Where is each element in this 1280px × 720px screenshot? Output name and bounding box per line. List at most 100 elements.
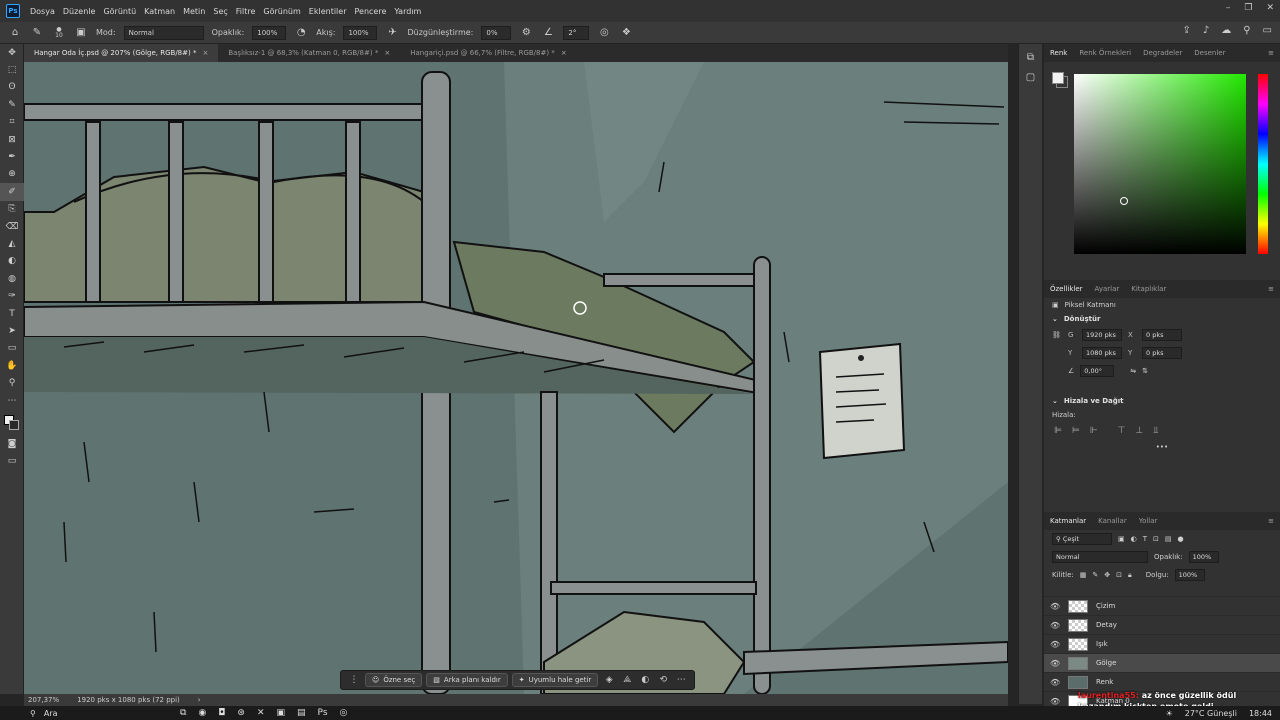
layer-row-renk[interactable]: 👁︎ Renk <box>1044 672 1280 691</box>
search-icon[interactable]: ⚲ <box>1243 25 1250 36</box>
lock-position-icon[interactable]: ✥ <box>1104 571 1110 579</box>
width-field[interactable]: 1920 pks <box>1082 329 1122 341</box>
chevron-right-icon[interactable]: › <box>198 696 201 704</box>
menu-help[interactable]: Yardım <box>390 7 425 16</box>
angle-icon[interactable]: ∠ <box>541 26 555 40</box>
close-icon[interactable]: × <box>202 49 208 57</box>
flip-horizontal-icon[interactable]: ⇋ <box>1130 367 1136 375</box>
type-tool-icon[interactable]: T <box>0 305 24 322</box>
app-icon[interactable]: ▤ <box>297 708 306 718</box>
tab-swatches[interactable]: Renk Örnekleri <box>1079 49 1131 57</box>
dodge-tool-icon[interactable]: ◍ <box>0 270 24 287</box>
layer-row-cizim[interactable]: 👁︎ Çizim <box>1044 596 1280 615</box>
photoshop-icon[interactable]: Ps <box>318 708 328 718</box>
smoothing-field[interactable]: 0% <box>481 25 512 40</box>
select-subject-button[interactable]: ☺ Özne seç <box>365 673 423 687</box>
pressure-opacity-icon[interactable]: ◔ <box>294 26 308 40</box>
menu-edit[interactable]: Düzenle <box>59 7 100 16</box>
brush-preset-icon[interactable]: ● 10 <box>52 26 66 40</box>
filter-smart-icon[interactable]: ▤ <box>1165 535 1172 543</box>
symmetry-icon[interactable]: ❖ <box>619 26 633 40</box>
chrome-icon[interactable]: ◉ <box>198 708 206 718</box>
pen-tool-icon[interactable]: ✑ <box>0 287 24 304</box>
tab-patterns[interactable]: Desenler <box>1194 49 1225 57</box>
spotify-icon[interactable]: ◎ <box>340 708 348 718</box>
clock[interactable]: 18:44 <box>1249 709 1272 718</box>
object-select-tool-icon[interactable]: ✎ <box>0 96 24 113</box>
screen-mode-icon[interactable]: ▭ <box>0 453 24 470</box>
minimize-icon[interactable]: – <box>1226 3 1231 13</box>
weather-text[interactable]: 27°C Güneşli <box>1185 709 1237 718</box>
document-canvas[interactable] <box>24 62 1008 694</box>
tab-hangarici[interactable]: Hangariçi.psd @ 66,7% (Filtre, RGB/8#) *… <box>400 44 576 62</box>
task-view-icon[interactable]: ⧉ <box>180 708 186 718</box>
align-right-icon[interactable]: ⊩ <box>1090 426 1098 436</box>
bell-icon[interactable]: ♪ <box>1203 25 1209 36</box>
align-bottom-icon[interactable]: ⫫ <box>1153 426 1158 436</box>
filter-adjust-icon[interactable]: ◐ <box>1131 535 1137 543</box>
path-select-tool-icon[interactable]: ➤ <box>0 322 24 339</box>
more-tools-icon[interactable]: ⋯ <box>0 392 24 409</box>
tab-libraries[interactable]: Kitaplıklar <box>1131 285 1166 293</box>
eye-icon[interactable]: 👁︎ <box>1050 621 1060 630</box>
x-field[interactable]: 0 pks <box>1142 329 1182 341</box>
eye-icon[interactable]: 👁︎ <box>1050 640 1060 649</box>
menu-type[interactable]: Metin <box>179 7 209 16</box>
zoom-tool-icon[interactable]: ⚲ <box>0 374 24 391</box>
gradient-tool-icon[interactable]: ◭ <box>0 235 24 252</box>
menu-file[interactable]: Dosya <box>26 7 59 16</box>
blend-mode-select[interactable]: Normal <box>1052 551 1148 563</box>
background-color-swatch[interactable] <box>9 420 19 431</box>
share-icon[interactable]: ⇪ <box>1182 25 1190 36</box>
taskbar-search[interactable]: ⚲ Ara <box>30 709 150 718</box>
mode-select[interactable]: Normal <box>123 25 204 40</box>
app-icon[interactable]: ▣ <box>277 708 286 718</box>
tab-layers[interactable]: Katmanlar <box>1050 517 1086 525</box>
menu-plugins[interactable]: Eklentiler <box>305 7 351 16</box>
brush-settings-icon[interactable]: ▣ <box>74 26 88 40</box>
menu-filter[interactable]: Filtre <box>232 7 260 16</box>
blur-tool-icon[interactable]: ◐ <box>0 253 24 270</box>
height-field[interactable]: 1080 pks <box>1082 347 1122 359</box>
drag-handle-icon[interactable]: ⋮ <box>347 675 361 685</box>
menu-view[interactable]: Görünüm <box>259 7 304 16</box>
close-icon[interactable]: × <box>384 49 390 57</box>
eye-icon[interactable]: 👁︎ <box>1050 602 1060 611</box>
brush-tool-icon[interactable]: ✎ <box>30 26 44 40</box>
filter-type-icon[interactable]: T <box>1143 535 1147 543</box>
zoom-level[interactable]: 207,37% <box>28 696 59 704</box>
gear-icon[interactable]: ⚙ <box>519 26 533 40</box>
steam-icon[interactable]: ⊛ <box>237 708 245 718</box>
tab-properties[interactable]: Özellikler <box>1050 285 1083 293</box>
mask-icon[interactable]: ◈ <box>602 675 616 685</box>
remove-background-button[interactable]: ▧ Arka planı kaldır <box>426 673 508 687</box>
align-section[interactable]: ⌄ Hizala ve Dağıt <box>1044 394 1280 408</box>
link-icon[interactable]: ⛓ <box>1052 331 1062 339</box>
y-field[interactable]: 0 pks <box>1142 347 1182 359</box>
tab-channels[interactable]: Kanallar <box>1098 517 1127 525</box>
opacity-field[interactable]: 100% <box>252 25 287 40</box>
eraser-tool-icon[interactable]: ⌫ <box>0 218 24 235</box>
align-center-h-icon[interactable]: ⊨ <box>1072 426 1080 436</box>
adjust-icon[interactable]: ◐ <box>638 675 652 685</box>
tab-hangar-oda[interactable]: Hangar Oda İç.psd @ 207% (Gölge, RGB/8#)… <box>24 44 219 62</box>
shape-tool-icon[interactable]: ▭ <box>0 340 24 357</box>
more-options-icon[interactable]: ⋯ <box>674 675 688 685</box>
crop-tool-icon[interactable]: ⌗ <box>0 114 24 131</box>
lock-transparency-icon[interactable]: ▦ <box>1080 571 1087 579</box>
eye-icon[interactable]: 👁︎ <box>1050 697 1060 706</box>
eyedropper-tool-icon[interactable]: ✒ <box>0 148 24 165</box>
cloud-icon[interactable]: ☁ <box>1221 25 1231 36</box>
filter-pixel-icon[interactable]: ▣ <box>1118 535 1125 543</box>
menu-select[interactable]: Seç <box>209 7 231 16</box>
filter-icon[interactable]: ⟲ <box>656 675 670 685</box>
layer-filter-select[interactable]: ⚲ Çeşit <box>1052 533 1112 545</box>
transform-section[interactable]: ⌄ Dönüştür <box>1044 312 1280 326</box>
menu-image[interactable]: Görüntü <box>99 7 140 16</box>
lock-paint-icon[interactable]: ✎ <box>1092 571 1098 579</box>
panel-menu-icon[interactable]: ≡ <box>1268 517 1274 525</box>
tab-basliksiz[interactable]: Başlıksız-1 @ 68,3% (Katman 0, RGB/8#) *… <box>218 44 400 62</box>
align-left-icon[interactable]: ⊫ <box>1054 426 1062 436</box>
tab-adjustments[interactable]: Ayarlar <box>1095 285 1120 293</box>
align-top-icon[interactable]: ⊤ <box>1118 426 1126 436</box>
